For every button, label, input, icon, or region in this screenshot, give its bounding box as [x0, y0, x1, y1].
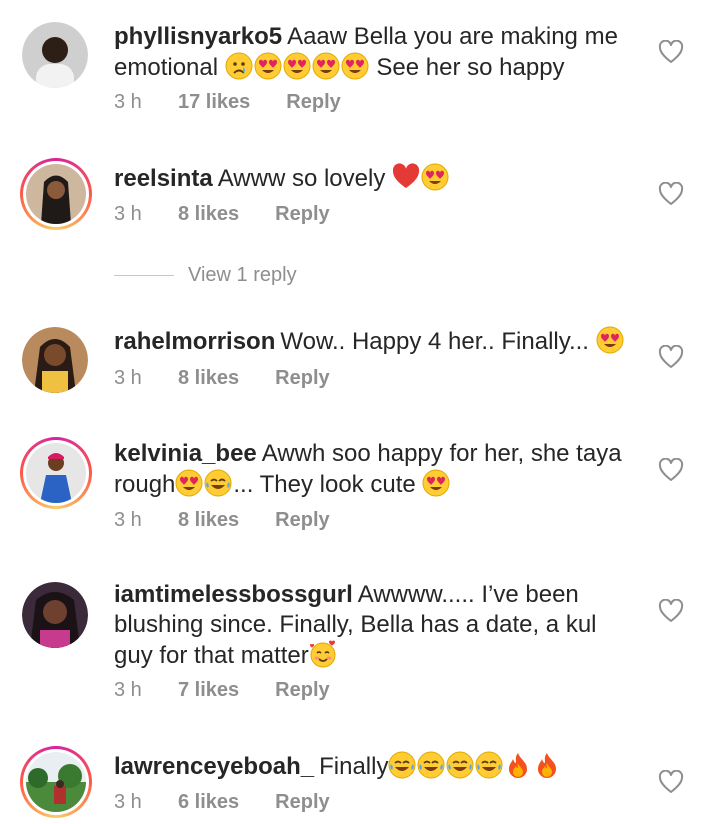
comment-username[interactable]: phyllisnyarko5	[114, 23, 282, 50]
heart-eyes-icon	[596, 326, 624, 354]
avatar[interactable]	[20, 158, 92, 230]
like-heart-icon[interactable]	[658, 770, 684, 794]
comment-likes[interactable]: 8 likes	[178, 509, 239, 532]
comment-time: 3 h	[114, 509, 142, 531]
comment-meta: 3 h 17 likes Reply	[114, 91, 341, 114]
tears-of-joy-icon	[417, 751, 445, 779]
comment-text: lawrenceyeboah_ Finally	[114, 751, 634, 782]
view-replies-divider	[114, 275, 174, 276]
comment-time: 3 h	[114, 679, 142, 701]
heart-eyes-icon	[422, 469, 450, 497]
view-replies-button[interactable]: View 1 reply	[114, 264, 297, 287]
smiling-face-with-hearts-icon	[309, 640, 337, 668]
like-heart-icon[interactable]	[658, 599, 684, 623]
comment-meta: 3 h 8 likes Reply	[114, 367, 330, 390]
comment-username[interactable]: rahelmorrison	[114, 328, 275, 355]
reply-button[interactable]: Reply	[275, 791, 329, 814]
tears-of-joy-icon	[204, 469, 232, 497]
view-replies-label: View 1 reply	[188, 264, 297, 286]
avatar[interactable]	[22, 327, 88, 393]
comment-text: rahelmorrison Wow.. Happy 4 her.. Finally…	[114, 326, 634, 357]
like-heart-icon[interactable]	[658, 182, 684, 206]
avatar[interactable]	[20, 437, 92, 509]
red-heart-icon	[392, 163, 420, 191]
heart-eyes-icon	[283, 52, 311, 80]
reply-button[interactable]: Reply	[275, 367, 329, 390]
comment-meta: 3 h 7 likes Reply	[114, 679, 330, 702]
comment-username[interactable]: reelsinta	[114, 165, 213, 192]
comment-body-continued: See her so happy	[376, 54, 565, 81]
heart-eyes-icon	[421, 163, 449, 191]
like-heart-icon[interactable]	[658, 458, 684, 482]
comment-time: 3 h	[114, 91, 142, 113]
fire-icon	[533, 751, 561, 779]
comment-body-continued: ... They look cute	[233, 471, 416, 498]
comment-meta: 3 h 8 likes Reply	[114, 509, 330, 532]
comment-time: 3 h	[114, 367, 142, 389]
comment-time: 3 h	[114, 791, 142, 813]
heart-eyes-icon	[341, 52, 369, 80]
comment-likes[interactable]: 7 likes	[178, 679, 239, 702]
heart-eyes-icon	[312, 52, 340, 80]
comment-username[interactable]: iamtimelessbossgurl	[114, 581, 353, 608]
avatar[interactable]	[22, 22, 88, 88]
reply-button[interactable]: Reply	[275, 679, 329, 702]
comment-meta: 3 h 6 likes Reply	[114, 791, 330, 814]
comment-username[interactable]: lawrenceyeboah_	[114, 753, 314, 780]
avatar[interactable]	[20, 746, 92, 818]
tears-of-joy-icon	[446, 751, 474, 779]
like-heart-icon[interactable]	[658, 345, 684, 369]
comment-body: Finally	[319, 753, 389, 780]
comment-text: phyllisnyarko5 Aaaw Bella you are making …	[114, 22, 634, 83]
comment-time: 3 h	[114, 203, 142, 225]
comment-likes[interactable]: 8 likes	[178, 203, 239, 226]
comment-likes[interactable]: 8 likes	[178, 367, 239, 390]
reply-button[interactable]: Reply	[275, 509, 329, 532]
comment-body: Awww so lovely	[217, 165, 386, 192]
heart-eyes-icon	[175, 469, 203, 497]
heart-eyes-icon	[254, 52, 282, 80]
comment-meta: 3 h 8 likes Reply	[114, 203, 330, 226]
like-heart-icon[interactable]	[658, 40, 684, 64]
comment-username[interactable]: kelvinia_bee	[114, 440, 257, 467]
comment-likes[interactable]: 6 likes	[178, 791, 239, 814]
comment-text: reelsinta Awww so lovely	[114, 163, 634, 194]
fire-icon	[504, 751, 532, 779]
tears-of-joy-icon	[388, 751, 416, 779]
reply-button[interactable]: Reply	[275, 203, 329, 226]
comment-text: iamtimelessbossgurl Awwww..... I’ve been …	[114, 580, 634, 671]
tears-of-joy-icon	[475, 751, 503, 779]
crying-face-icon	[225, 52, 253, 80]
comment-body: Wow.. Happy 4 her.. Finally...	[280, 328, 589, 355]
avatar[interactable]	[22, 582, 88, 648]
comment-likes[interactable]: 17 likes	[178, 91, 250, 114]
reply-button[interactable]: Reply	[286, 91, 340, 114]
comment-text: kelvinia_bee Awwh soo happy for her, she …	[114, 439, 634, 500]
